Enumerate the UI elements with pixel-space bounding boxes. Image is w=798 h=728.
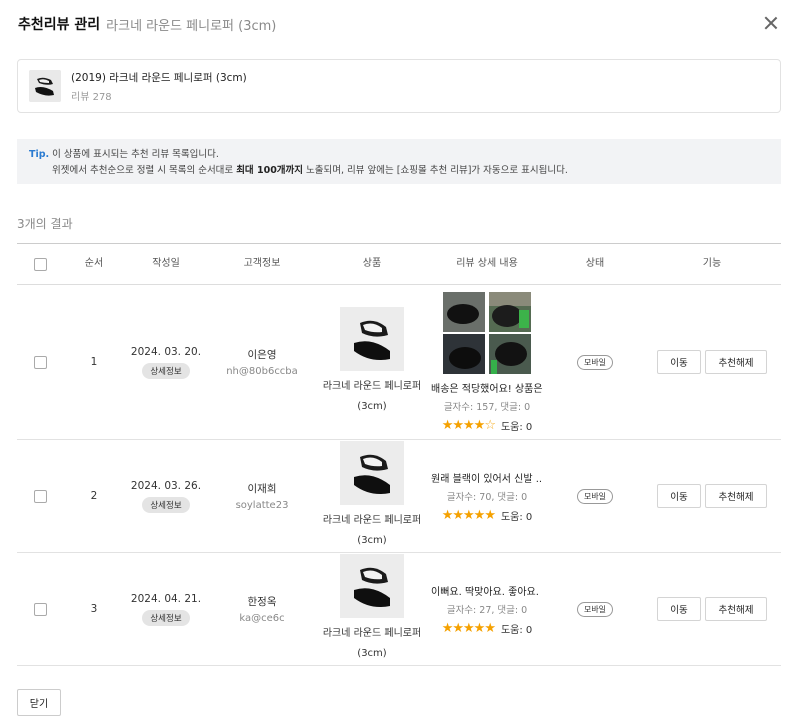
result-count: 3개의 결과 [17,217,73,231]
column-date: 작성일 [152,258,180,269]
row-date: 2024. 03. 26. [130,479,202,492]
row-order: 3 [90,603,98,615]
tip-label: Tip. [29,149,50,160]
status-badge: 모바일 [576,354,614,370]
review-photo[interactable] [489,333,531,374]
unrecommend-button[interactable]: 추천해제 [705,350,767,374]
review-text[interactable]: 배송은 적당했어요! 상품은... [431,380,543,395]
star-icon: ☆ [484,417,496,433]
review-meta: 글자수: 157, 댓글: 0 [443,401,531,413]
table-row: 1 2024. 03. 20. 상세정보 이은영 nh@80b6ccba 라크네… [17,285,781,440]
tip-line1: 이 상품에 표시되는 추천 리뷰 목록입니다. [49,149,219,160]
review-photo[interactable] [443,333,485,374]
review-meta: 글자수: 27, 댓글: 0 [446,604,528,616]
product-image[interactable] [340,307,404,371]
tip-line2-b: 노출되며, 리뷰 앞에는 [쇼핑몰 추천 리뷰]가 자동으로 표시됩니다. [303,165,568,176]
row-order: 2 [90,490,98,502]
customer-id: soylatte23 [235,500,289,511]
star-icon: ★★★★ [441,417,486,433]
select-all-checkbox[interactable] [33,257,47,271]
column-customer: 고객정보 [243,258,281,269]
column-status: 상태 [585,258,605,269]
star-rating: ★★★★★ [441,507,496,523]
table-row: 3 2024. 04. 21. 상세정보 한정옥 ka@ce6c 라크네 라운드… [17,553,781,666]
row-checkbox[interactable] [33,602,47,616]
tip-line2-a: 위젯에서 추천순으로 정렬 시 목록의 순서대로 [52,165,237,176]
recommended-reviews-table: 순서 작성일 고객정보 상품 리뷰 상세 내용 상태 기능 1 2024. 03… [17,243,781,666]
helpful-count: 도움: 0 [500,421,533,433]
row-date: 2024. 04. 21. [130,592,202,605]
star-rating: ★★★★☆ [441,417,496,433]
review-meta: 글자수: 70, 댓글: 0 [446,491,528,503]
tip-box: Tip. 이 상품에 표시되는 추천 리뷰 목록입니다. 위젯에서 추천순으로 … [17,139,781,184]
customer-name: 이재희 [247,483,277,495]
product-name: 라크네 라운드 페니로퍼 (3cm) [322,381,422,412]
modal-header: 추천리뷰 관리 라크네 라운드 페니로퍼 (3cm) [18,12,780,36]
status-badge: 모바일 [576,601,614,617]
customer-id: ka@ce6c [239,613,285,624]
product-thumbnail [29,70,61,102]
star-icon: ★★★★★ [441,620,496,636]
product-image[interactable] [340,554,404,618]
unrecommend-button[interactable]: 추천해제 [705,484,767,508]
helpful-count: 도움: 0 [500,511,533,523]
detail-button[interactable]: 상세정보 [142,496,190,513]
helpful-count: 도움: 0 [500,624,533,636]
status-badge: 모바일 [576,488,614,504]
table-row: 2 2024. 03. 26. 상세정보 이재희 soylatte23 라크네 … [17,440,781,553]
row-checkbox[interactable] [33,355,47,369]
product-summary-card: (2019) 라크네 라운드 페니로퍼 (3cm) 리뷰 278 [17,59,781,113]
product-name: (2019) 라크네 라운드 페니로퍼 (3cm) [71,71,247,84]
page-title: 추천리뷰 관리 [18,17,101,33]
product-image[interactable] [340,441,404,505]
row-checkbox[interactable] [33,489,47,503]
close-button[interactable]: 닫기 [17,689,61,716]
move-button[interactable]: 이동 [657,350,701,374]
review-text[interactable]: 원래 블랙이 있어서 신발 ... [431,470,543,485]
page-subtitle: 라크네 라운드 페니로퍼 (3cm) [106,18,277,34]
detail-button[interactable]: 상세정보 [142,609,190,626]
unrecommend-button[interactable]: 추천해제 [705,597,767,621]
close-icon[interactable] [762,14,780,32]
product-name: 라크네 라운드 페니로퍼 (3cm) [322,628,422,659]
customer-name: 이은영 [247,349,277,361]
detail-button[interactable]: 상세정보 [142,362,190,379]
column-review: 리뷰 상세 내용 [456,258,518,269]
table-header: 순서 작성일 고객정보 상품 리뷰 상세 내용 상태 기능 [17,243,781,285]
move-button[interactable]: 이동 [657,597,701,621]
review-count: 리뷰 278 [71,91,112,103]
star-icon: ★★★★★ [441,507,496,523]
customer-name: 한정옥 [247,596,277,608]
product-name: 라크네 라운드 페니로퍼 (3cm) [322,515,422,546]
review-text[interactable]: 이뻐요. 딱맞아요. 좋아요. ... [431,583,543,598]
column-product: 상품 [362,258,382,269]
column-actions: 기능 [702,258,722,269]
column-order: 순서 [84,258,104,269]
move-button[interactable]: 이동 [657,484,701,508]
customer-id: nh@80b6ccba [226,366,298,377]
review-photos [443,291,531,376]
review-photo[interactable] [443,291,485,332]
star-rating: ★★★★★ [441,620,496,636]
row-order: 1 [90,356,98,368]
review-photo[interactable] [489,291,531,332]
tip-line2-bold: 최대 100개까지 [236,165,304,176]
row-date: 2024. 03. 20. [130,345,202,358]
